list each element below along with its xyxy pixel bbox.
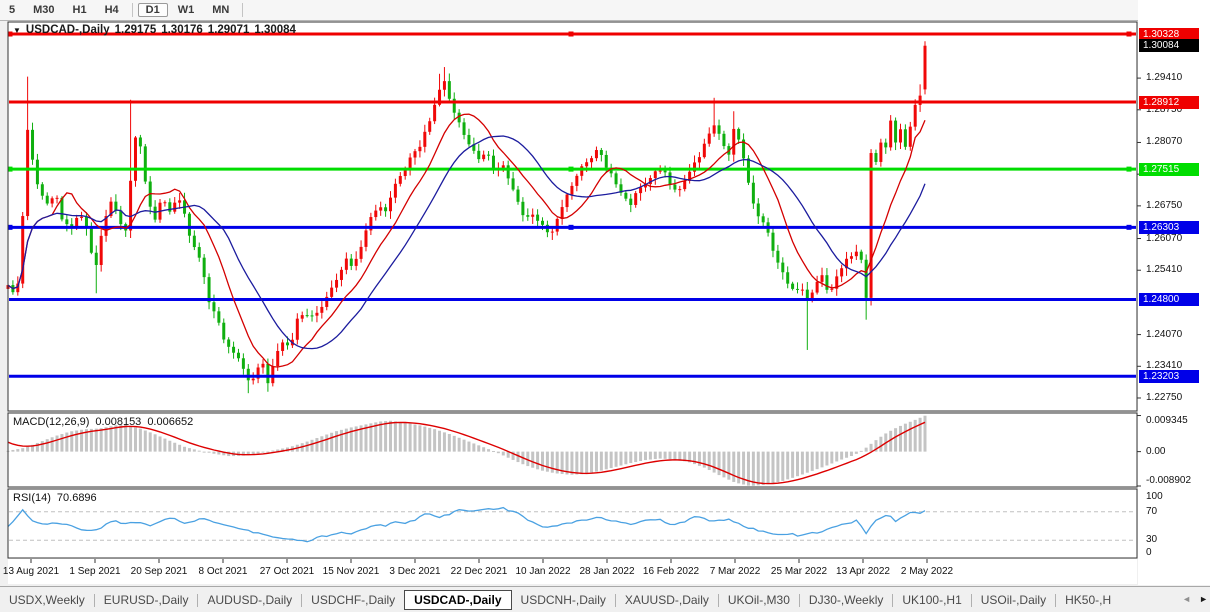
chart-tab-dj30-weekly[interactable]: DJ30-,Weekly: [800, 590, 892, 610]
date-tick-label: 28 Jan 2022: [570, 566, 644, 577]
chart-tab-usdx-weekly[interactable]: USDX,Weekly: [0, 590, 94, 610]
rsi-axis-label: 0: [1146, 547, 1206, 558]
ohlc-close: 1.30084: [254, 24, 296, 36]
chart-tab-hk50-h[interactable]: HK50-,H: [1056, 590, 1120, 610]
rsi-axis-label: 70: [1146, 506, 1206, 517]
chart-tab-usoil-daily[interactable]: USOil-,Daily: [972, 590, 1055, 610]
price-tick-label: 1.24070: [1146, 329, 1206, 340]
rsi-axis-label: 100: [1146, 491, 1206, 502]
chart-tab-ukoil-m30[interactable]: UKOil-,M30: [719, 590, 799, 610]
tabs-scroll-right-icon[interactable]: ►: [1199, 594, 1208, 604]
macd-main-value: 0.008153: [95, 416, 141, 428]
rsi-name: RSI(14): [13, 492, 51, 504]
tab-scroll-arrows: ◄ ►: [1182, 588, 1208, 610]
macd-label: MACD(12,26,9) 0.008153 0.006652: [13, 416, 193, 428]
price-tick-label: 1.22750: [1146, 392, 1206, 403]
price-tick-label: 1.25410: [1146, 264, 1206, 275]
ohlc-high: 1.30176: [161, 24, 203, 36]
chart-tab-eurusd-daily[interactable]: EURUSD-,Daily: [95, 590, 198, 610]
date-tick-label: 15 Nov 2021: [314, 566, 388, 577]
main-chart-panel[interactable]: [8, 22, 1137, 411]
date-tick-label: 1 Sep 2021: [58, 566, 132, 577]
current-price-badge: 1.30084: [1139, 39, 1199, 52]
price-level-badge: 1.24800: [1139, 293, 1199, 306]
tabs-scroll-left-icon[interactable]: ◄: [1182, 594, 1191, 604]
price-tick-label: 1.26750: [1146, 200, 1206, 211]
rsi-axis-label: 30: [1146, 534, 1206, 545]
chart-symbol-label: USDCAD-,Daily: [26, 24, 110, 36]
date-tick-label: 13 Apr 2022: [826, 566, 900, 577]
date-tick-label: 25 Mar 2022: [762, 566, 836, 577]
macd-axis-label: -0.008902: [1146, 475, 1206, 486]
date-tick-label: 20 Sep 2021: [122, 566, 196, 577]
macd-signal-value: 0.006652: [147, 416, 193, 428]
price-level-badge: 1.26303: [1139, 221, 1199, 234]
chart-tab-usdchf-daily[interactable]: USDCHF-,Daily: [302, 590, 404, 610]
rsi-value: 70.6896: [57, 492, 97, 504]
price-level-badge: 1.28912: [1139, 96, 1199, 109]
price-tick-label: 1.26070: [1146, 233, 1206, 244]
chart-tab-usdcad-daily[interactable]: USDCAD-,Daily: [404, 590, 511, 610]
ohlc-low: 1.29071: [208, 24, 250, 36]
date-tick-label: 3 Dec 2021: [378, 566, 452, 577]
rsi-panel[interactable]: [8, 489, 1137, 558]
date-tick-label: 22 Dec 2021: [442, 566, 516, 577]
macd-axis-label: 0.00: [1146, 446, 1206, 457]
chart-tab-audusd-daily[interactable]: AUDUSD-,Daily: [198, 590, 301, 610]
chart-tabs: USDX,WeeklyEURUSD-,DailyAUDUSD-,DailyUSD…: [0, 587, 1184, 612]
macd-axis-label: 0.009345: [1146, 415, 1206, 426]
rsi-label: RSI(14) 70.6896: [13, 492, 97, 504]
chart-tab-uk100-h1[interactable]: UK100-,H1: [893, 590, 970, 610]
ohlc-open: 1.29175: [115, 24, 157, 36]
price-level-badge: 1.23203: [1139, 370, 1199, 383]
date-tick-label: 27 Oct 2021: [250, 566, 324, 577]
date-tick-label: 8 Oct 2021: [186, 566, 260, 577]
mt4-window: 5M30H1H4D1W1MN ▼ USDCAD-,Daily 1.29175 1…: [0, 0, 1210, 612]
chart-tab-xauusd-daily[interactable]: XAUUSD-,Daily: [616, 590, 718, 610]
date-tick-label: 2 May 2022: [890, 566, 964, 577]
date-tick-label: 10 Jan 2022: [506, 566, 580, 577]
date-tick-label: 16 Feb 2022: [634, 566, 708, 577]
chart-dropdown-icon[interactable]: ▼: [13, 26, 21, 35]
price-tick-label: 1.28070: [1146, 136, 1206, 147]
chart-tab-usdcnh-daily[interactable]: USDCNH-,Daily: [512, 590, 615, 610]
macd-name: MACD(12,26,9): [13, 416, 89, 428]
price-level-badge: 1.27515: [1139, 163, 1199, 176]
date-tick-label: 7 Mar 2022: [698, 566, 772, 577]
price-tick-label: 1.29410: [1146, 72, 1206, 83]
chart-tab-bar: USDX,WeeklyEURUSD-,DailyAUDUSD-,DailyUSD…: [0, 586, 1210, 612]
chart-title: ▼ USDCAD-,Daily 1.29175 1.30176 1.29071 …: [13, 24, 296, 36]
